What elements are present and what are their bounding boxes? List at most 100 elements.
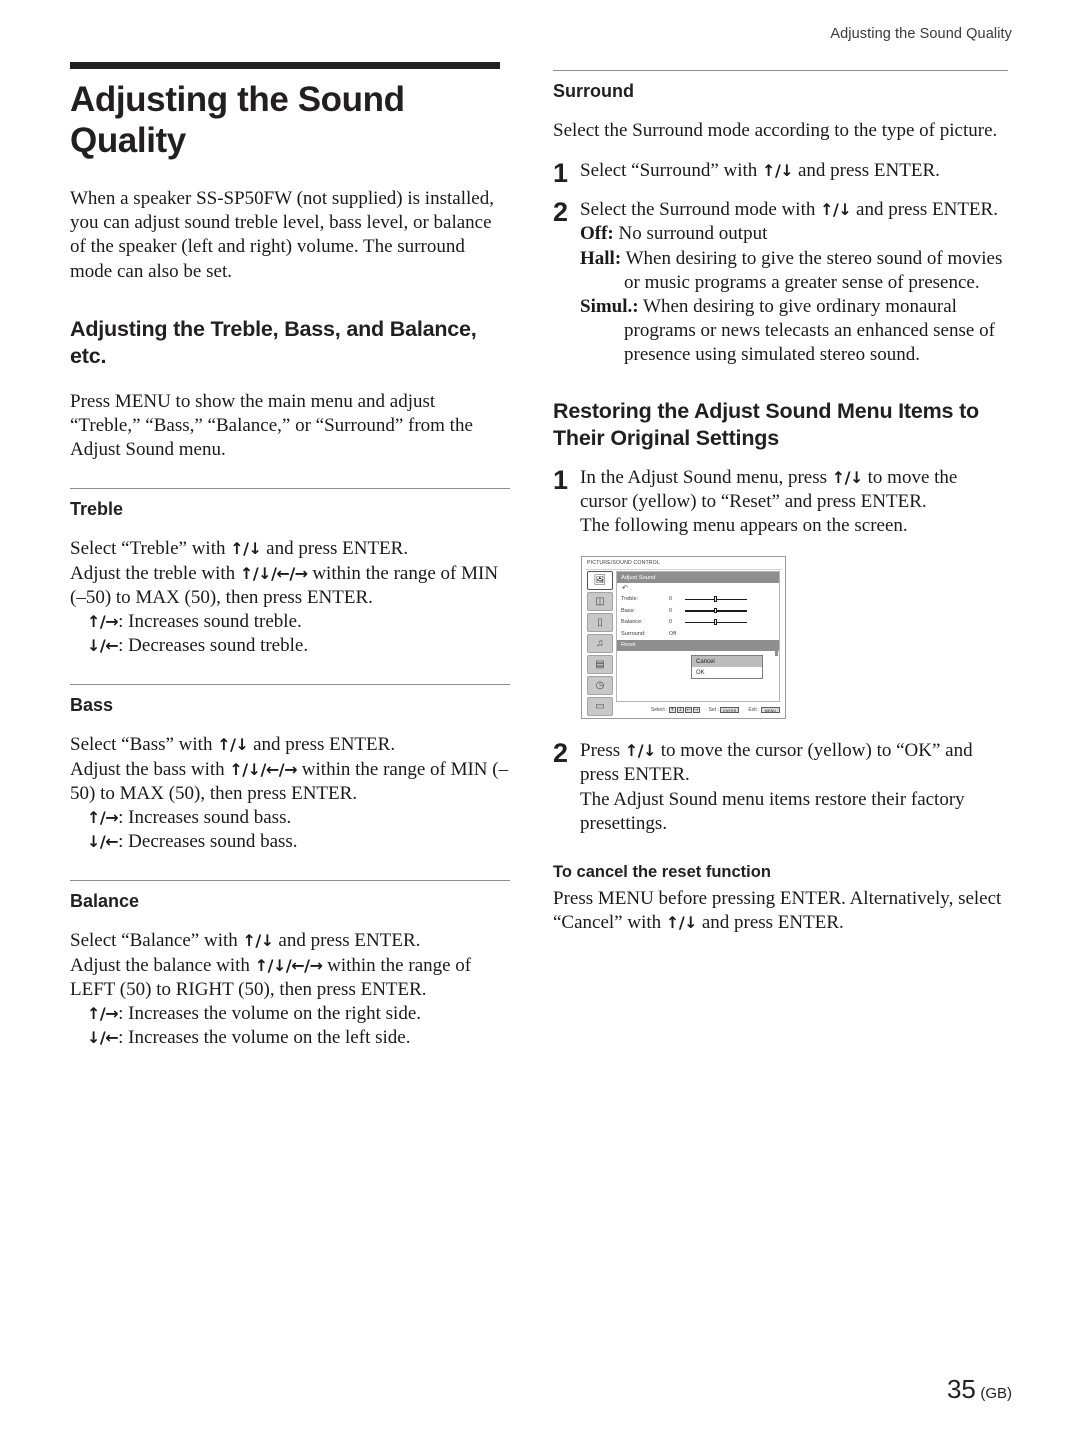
osd-select-label: Select :	[650, 707, 668, 714]
arrow-down-key-icon: ↓	[677, 706, 684, 714]
divider-bass	[70, 684, 510, 686]
slider-knob[interactable]	[714, 619, 717, 625]
arrow-up-down-icon: ↑/↓	[624, 741, 657, 761]
osd-sidebar-item-screen-control[interactable]: ◫	[587, 592, 613, 612]
subheading-cancel-reset: To cancel the reset function	[553, 863, 771, 882]
osd-popup-item-ok[interactable]: OK	[692, 667, 762, 678]
cancel-text-b: and press ENTER.	[697, 912, 844, 934]
restoring-step1-c: The following menu appears on the screen…	[580, 515, 908, 537]
arrow-up-down-icon: ↑/↓	[665, 913, 698, 933]
osd-sidebar-item-sound-control[interactable]: ♫	[587, 634, 613, 654]
treble-instructions: Select “Treble” with ↑/↓ and press ENTER…	[70, 537, 510, 658]
surround-mode-simul: Simul.: When desiring to give ordinary m…	[580, 295, 1008, 368]
osd-row-treble[interactable]: Treble: 0	[617, 593, 779, 605]
osd-slider-bass[interactable]	[685, 607, 747, 614]
bass-line2-a: Adjust the bass with	[70, 758, 230, 780]
osd-value: 0	[669, 619, 672, 626]
restoring-step2-c: The Adjust Sound menu items restore thei…	[580, 788, 965, 834]
surround-step2-b: and press ENTER.	[851, 199, 998, 221]
bass-bullet-decrease: ↓/←: Decreases sound bass.	[70, 830, 510, 854]
osd-panel: Adjust Sound ↶ Treble: 0 Bass: 0 Balance…	[616, 571, 780, 703]
arrow-four-way-icon: ↑/↓/←/→	[254, 955, 323, 975]
osd-slider-balance[interactable]	[685, 619, 747, 626]
surround-step-2: 2 Select the Surround mode with ↑/↓ and …	[553, 198, 1008, 367]
divider-treble	[70, 488, 510, 490]
cancel-reset-text: Press MENU before pressing ENTER. Altern…	[553, 887, 1008, 935]
osd-sidebar: 🖼 ◫ ▯ ♫ ▤ ◷ ▭	[587, 571, 613, 717]
arrow-up-down-icon: ↑/↓	[820, 200, 852, 220]
osd-row-reset[interactable]: Reset	[617, 639, 779, 652]
surround-mode-off: Off: No surround output	[580, 222, 1008, 246]
balance-bullet1-text: : Increases the volume on the right side…	[118, 1003, 422, 1025]
treble-bullet2-text: : Decreases sound treble.	[118, 635, 309, 657]
right-column: Surround Select the Surround mode accord…	[553, 62, 1008, 951]
osd-sidebar-item-timer[interactable]: ◷	[587, 676, 613, 696]
osd-row-balance[interactable]: Balance: 0	[617, 616, 779, 628]
osd-value: 0	[669, 607, 672, 614]
page-number: 35	[946, 1374, 976, 1404]
sound-control-icon: ♫	[596, 637, 604, 649]
memory-icon: ▤	[595, 658, 605, 670]
bass-line1-b: and press ENTER.	[248, 734, 396, 756]
arrow-four-way-icon: ↑/↓/←/→	[229, 759, 298, 779]
osd-return-icon[interactable]: ↶	[617, 583, 779, 593]
arrow-left-key-icon: ←	[685, 706, 692, 714]
osd-label: Surround:	[621, 630, 646, 637]
arrow-up-down-icon: ↑/↓	[230, 539, 262, 559]
option-icon: ▭	[595, 700, 605, 712]
step-number: 1	[553, 464, 569, 495]
osd-sidebar-item-memory[interactable]: ▤	[587, 655, 613, 675]
mode-desc: When desiring to give the stereo sound o…	[621, 247, 1003, 293]
osd-sidebar-item-input-setting[interactable]: ▯	[587, 613, 613, 633]
osd-exit-label: Exit :	[748, 707, 760, 714]
osd-sidebar-item-option[interactable]: ▭	[587, 697, 613, 717]
osd-popup-item-cancel[interactable]: Cancel	[692, 656, 762, 668]
balance-line1-a: Select “Balance” with	[70, 930, 243, 952]
section-intro-paragraph: Press MENU to show the main menu and adj…	[70, 390, 473, 461]
slider-knob[interactable]	[714, 596, 717, 602]
slider-knob[interactable]	[714, 607, 717, 614]
step-text: Select the Surround mode with ↑/↓ and pr…	[580, 198, 1008, 367]
restoring-step-2: 2 Press ↑/↓ to move the cursor (yellow) …	[553, 739, 1008, 836]
step-text: Select “Surround” with ↑/↓ and press ENT…	[580, 159, 1008, 183]
enter-key-icon: ENTER	[720, 706, 740, 714]
arrow-up-right-icon: ↑/→	[87, 612, 119, 632]
osd-footer-exit: Exit : MENU	[748, 706, 780, 714]
running-head: Adjusting the Sound Quality	[830, 26, 1012, 42]
arrow-up-right-icon: ↑/→	[87, 1004, 119, 1024]
mode-desc: When desiring to give ordinary monaural …	[624, 296, 995, 366]
arrow-up-key-icon: ↑	[669, 706, 676, 714]
step-number: 2	[553, 738, 569, 769]
restoring-step2-a: Press	[580, 740, 625, 762]
chapter-rule	[70, 62, 500, 69]
bass-bullet-increase: ↑/→: Increases sound bass.	[70, 806, 510, 830]
osd-row-surround[interactable]: Surround: Off	[617, 628, 779, 640]
subheading-bass: Bass	[70, 695, 114, 716]
step-number: 1	[553, 158, 569, 189]
section-title-treble-bass-balance: Adjusting the Treble, Bass, and Balance,…	[70, 316, 477, 368]
arrow-right-key-icon: →	[693, 706, 700, 714]
bass-bullet1-text: : Increases sound bass.	[118, 807, 292, 829]
surround-step2-a: Select the Surround mode with	[580, 199, 821, 221]
restoring-step1-a: In the Adjust Sound menu, press	[580, 466, 832, 488]
balance-bullet-right: ↑/→: Increases the volume on the right s…	[70, 1002, 510, 1026]
arrow-down-left-icon: ↓/←	[87, 1028, 119, 1048]
osd-label: Reset	[621, 642, 636, 649]
osd-footer-select: Select : ↑ ↓ ← →	[650, 706, 700, 714]
arrow-down-left-icon: ↓/←	[87, 636, 119, 656]
surround-mode-hall: Hall: When desiring to give the stereo s…	[580, 247, 1008, 295]
arrow-up-down-icon: ↑/↓	[762, 161, 794, 181]
osd-footer-bar: Select : ↑ ↓ ← → Set : ENTER Exit : MENU	[616, 704, 780, 716]
surround-step1-b: and press ENTER.	[793, 160, 940, 182]
subheading-balance: Balance	[70, 891, 140, 912]
osd-sidebar-item-picture-control[interactable]: 🖼	[587, 571, 613, 591]
timer-icon: ◷	[595, 679, 605, 691]
balance-instructions: Select “Balance” with ↑/↓ and press ENTE…	[70, 929, 510, 1050]
osd-scrollbar[interactable]	[774, 640, 778, 657]
osd-slider-treble[interactable]	[685, 596, 747, 603]
osd-value: Off	[669, 630, 677, 637]
osd-row-bass[interactable]: Bass: 0	[617, 605, 779, 617]
arrow-four-way-icon: ↑/↓/←/→	[239, 563, 308, 583]
mode-name: Hall:	[580, 247, 622, 269]
surround-intro: Select the Surround mode according to th…	[553, 120, 998, 141]
